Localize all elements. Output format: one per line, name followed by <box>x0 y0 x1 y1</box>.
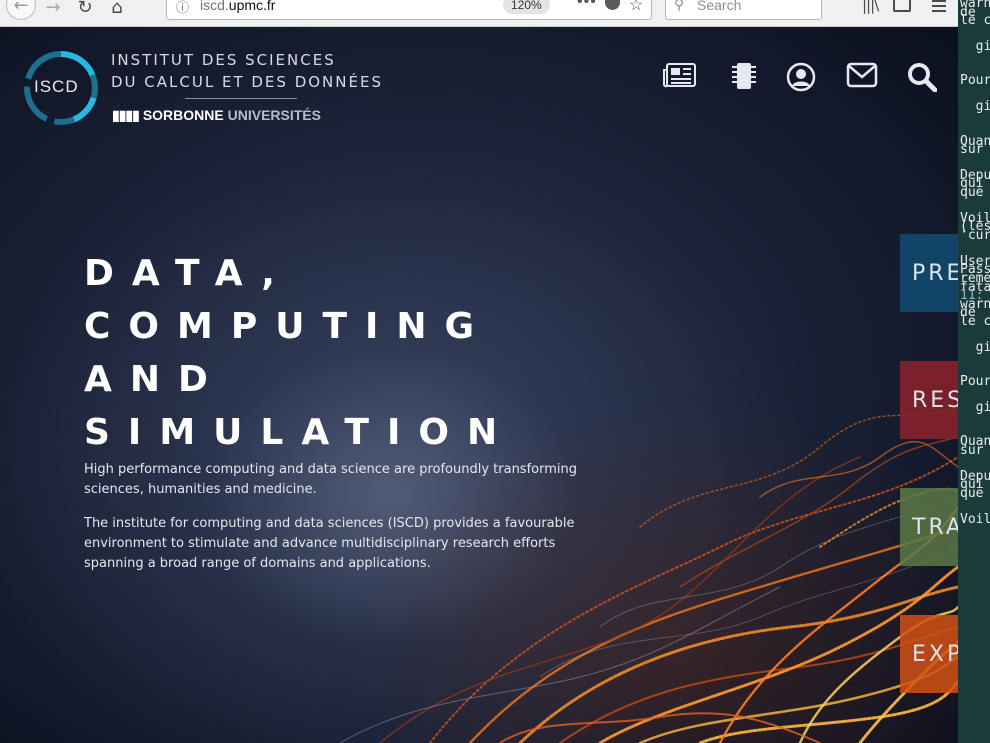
reload-icon[interactable]: ↻ <box>70 0 100 22</box>
university-name-light: UNIVERSITÉS <box>227 107 321 123</box>
hero-title-line: AND <box>84 359 226 400</box>
institute-name-line2: DU CALCUL ET DES DONNÉES <box>111 73 383 91</box>
url-domain: upmc.fr <box>228 0 276 13</box>
forward-arrow-icon[interactable]: → <box>38 0 68 22</box>
terminal-line: gi <box>960 99 990 115</box>
terminal-window[interactable]: warn de le c gi Pour gi Quan sur Depu qui que Voi… <box>958 0 990 743</box>
institute-name-line1: INSTITUT DES SCIENCES <box>111 51 336 69</box>
side-tab-res[interactable]: RES <box>900 361 958 439</box>
terminal-line: le c <box>960 13 990 29</box>
hero-paragraph-2: The institute for computing and data sci… <box>84 516 575 571</box>
hero-title-line: DATA, <box>84 253 293 294</box>
search-placeholder: Search <box>697 0 742 13</box>
terminal-line: gi <box>960 38 990 54</box>
zoom-level-badge[interactable]: 120% <box>503 0 550 14</box>
back-arrow-icon[interactable]: ← <box>6 0 36 20</box>
home-icon[interactable]: ⌂ <box>102 0 132 22</box>
logo-badge: ISCD <box>34 77 79 96</box>
url-prefix: iscd. <box>200 0 229 13</box>
search-bar-icon: ⚲ <box>674 0 685 12</box>
side-tab-pre[interactable]: PRE <box>900 234 958 312</box>
library-icon[interactable]: |||\ <box>862 0 879 14</box>
terminal-line: que <box>960 185 984 201</box>
pocket-icon[interactable] <box>605 0 620 10</box>
more-icon[interactable]: ••• <box>577 0 597 11</box>
terminal-line: le c <box>960 313 990 329</box>
side-tab-tra[interactable]: TRA <box>900 488 958 566</box>
terminal-line: Pour <box>960 73 990 89</box>
hero-title-line: SIMULATION <box>84 412 516 453</box>
terminal-line: 'cur <box>960 228 990 244</box>
sidebar-icon[interactable] <box>893 0 911 12</box>
info-icon[interactable]: ⓘ <box>176 0 189 16</box>
address-bar[interactable]: ⓘ iscd.upmc.fr 120% ••• ☆ <box>166 0 652 20</box>
hero-title-line: COMPUTING <box>84 306 493 347</box>
university-logo: ▮▮▮▮ SORBONNE UNIVERSITÉS <box>112 107 321 124</box>
mail-icon[interactable] <box>846 62 878 88</box>
user-icon[interactable] <box>786 62 816 92</box>
browser-toolbar: ← → ↻ ⌂ ⓘ iscd.upmc.fr 120% ••• ☆ ⚲ Sear… <box>0 0 958 27</box>
terminal-line: gi <box>960 339 990 355</box>
terminal-line: que <box>960 485 984 501</box>
search-icon[interactable] <box>907 62 937 92</box>
url-text[interactable]: iscd.upmc.fr <box>200 0 275 13</box>
university-emblem-icon: ▮▮▮▮ <box>112 107 140 123</box>
chip-icon[interactable] <box>731 62 757 90</box>
star-icon[interactable]: ☆ <box>629 0 643 15</box>
side-tab-exp[interactable]: EXP <box>900 615 958 693</box>
newspaper-icon[interactable] <box>663 62 697 88</box>
hero-paragraph-1: High performance computing and data scie… <box>84 462 577 497</box>
terminal-line: gi <box>960 399 990 415</box>
hero-title: DATA, COMPUTING AND SIMULATION <box>84 247 515 459</box>
terminal-line: Pour <box>960 374 990 390</box>
logo-divider <box>185 98 297 99</box>
search-bar[interactable]: ⚲ Search <box>665 0 822 20</box>
university-name-bold: SORBONNE <box>142 107 224 123</box>
terminal-line: Voil <box>960 511 990 527</box>
hamburger-menu-icon[interactable] <box>932 0 946 15</box>
website-hero: ISCD INSTITUT DES SCIENCES DU CALCUL ET … <box>0 27 958 743</box>
